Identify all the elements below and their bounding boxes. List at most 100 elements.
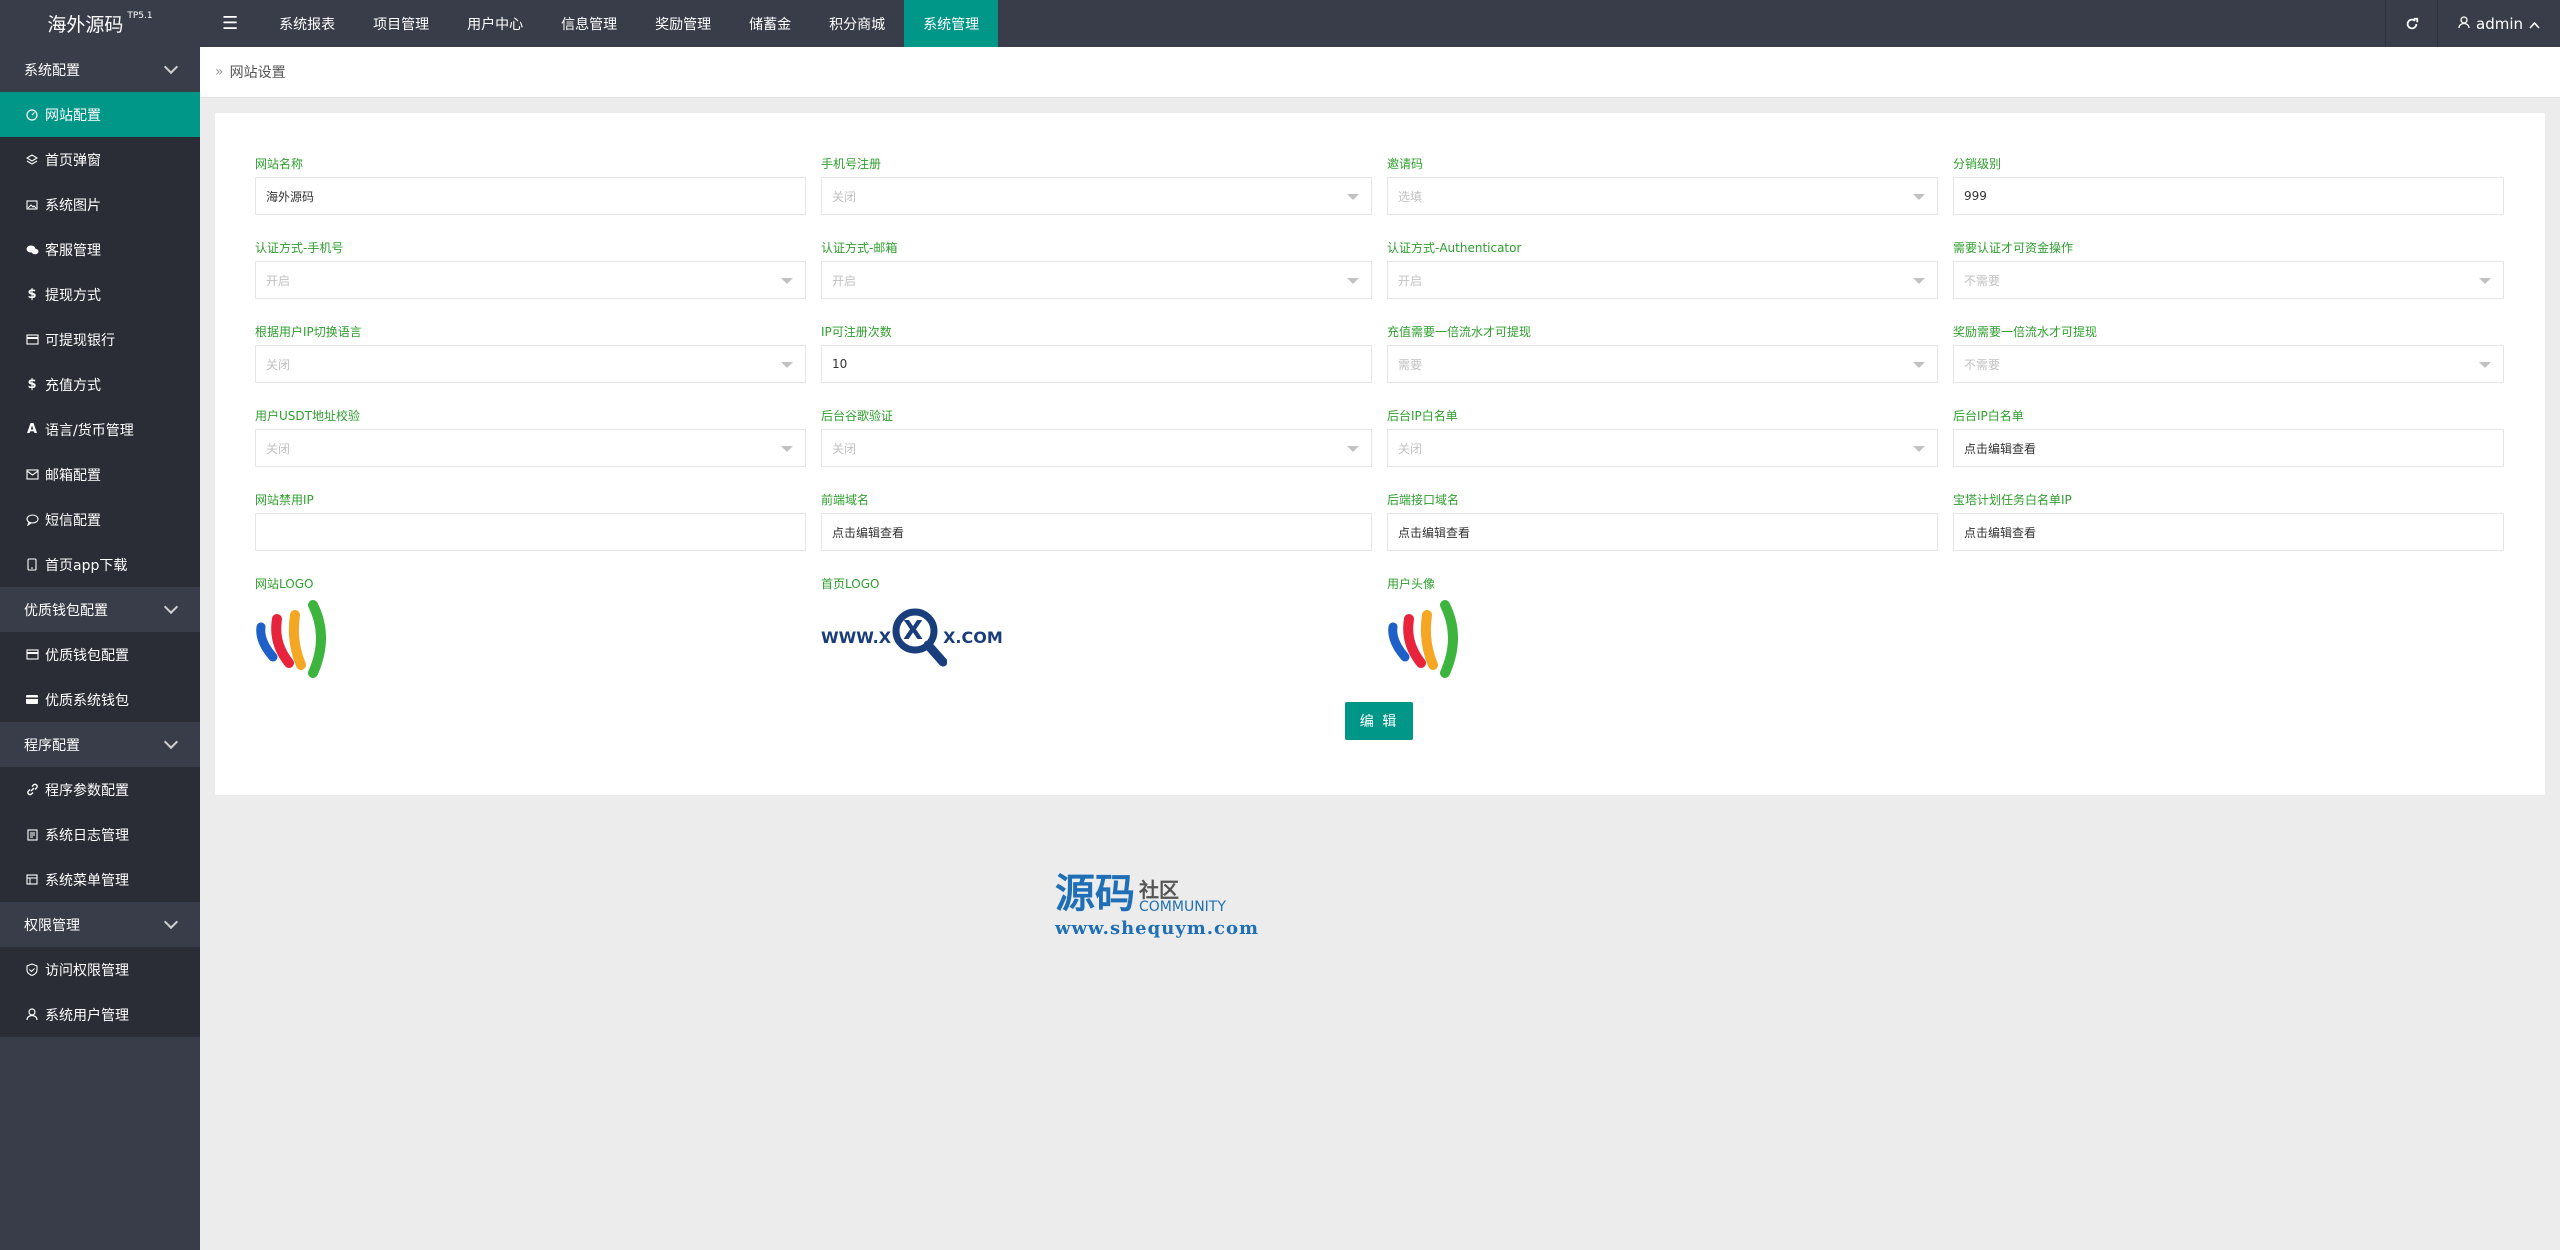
select-field[interactable]: 需要 <box>1387 345 1938 383</box>
field-value: 关闭 <box>1398 441 1423 456</box>
text-input[interactable]: 点击编辑查看 <box>1953 513 2504 551</box>
homepage-logo-image[interactable]: WWW.X X X.COM <box>821 597 1372 677</box>
user-name: admin <box>2476 14 2523 33</box>
top-nav-item[interactable]: 用户中心 <box>448 0 542 47</box>
top-nav-item[interactable]: 储蓄金 <box>730 0 810 47</box>
select-field[interactable]: 关闭 <box>821 177 1372 215</box>
text-input[interactable] <box>255 513 806 551</box>
sidebar-item-label: 客服管理 <box>45 242 101 259</box>
sidebar-item[interactable]: 可提现银行 <box>0 317 200 362</box>
gauge-icon <box>25 108 39 121</box>
edit-button[interactable]: 编 辑 <box>1345 702 1413 740</box>
top-nav-item[interactable]: 项目管理 <box>354 0 448 47</box>
sidebar-item[interactable]: 首页弹窗 <box>0 137 200 182</box>
sidebar-item[interactable]: 程序参数配置 <box>0 767 200 812</box>
app-logo[interactable]: 海外源码 TP5.1 <box>0 0 200 47</box>
sidebar-group-label: 优质钱包配置 <box>24 602 108 619</box>
field-value: 开启 <box>1398 273 1423 288</box>
breadcrumb-current[interactable]: 网站设置 <box>230 62 286 82</box>
field-value: 选填 <box>1398 189 1423 204</box>
select-field[interactable]: 关闭 <box>255 429 806 467</box>
card-icon <box>25 649 39 660</box>
sidebar-item[interactable]: 首页app下载 <box>0 542 200 587</box>
mobile-icon <box>25 558 39 571</box>
form-field: 前端域名 点击编辑查看 <box>821 491 1372 575</box>
sidebar-item[interactable]: 访问权限管理 <box>0 947 200 992</box>
select-field[interactable]: 不需要 <box>1953 261 2504 299</box>
form-field: 充值需要一倍流水才可提现需要 <box>1387 323 1938 407</box>
sidebar-item-label: 系统菜单管理 <box>45 872 129 889</box>
select-field[interactable]: 不需要 <box>1953 345 2504 383</box>
text-input[interactable]: 999 <box>1953 177 2504 215</box>
top-nav-item[interactable]: 信息管理 <box>542 0 636 47</box>
sidebar-item[interactable]: 系统日志管理 <box>0 812 200 857</box>
dollar-icon: $ <box>27 287 37 302</box>
form-field: 宝塔计划任务白名单IP 点击编辑查看 <box>1953 491 2504 575</box>
select-field[interactable]: 开启 <box>1387 261 1938 299</box>
sidebar-item[interactable]: 网站配置 <box>0 92 200 137</box>
field-value: 点击编辑查看 <box>1398 525 1471 540</box>
sidebar-item[interactable]: 客服管理 <box>0 227 200 272</box>
field-value: 关闭 <box>266 357 291 372</box>
hamburger-icon[interactable]: ☰ <box>200 0 260 47</box>
sidebar-item[interactable]: 系统图片 <box>0 182 200 227</box>
settings-card: 网站名称 海外源码 手机号注册 关闭 邀请码 选填 分销级别 999 认证方式-手机号 开启 认证方… <box>215 113 2545 795</box>
sidebar-item[interactable]: 系统用户管理 <box>0 992 200 1037</box>
select-field[interactable]: 关闭 <box>255 345 806 383</box>
form-field: 分销级别 999 <box>1953 155 2504 239</box>
sidebar-item[interactable]: 优质系统钱包 <box>0 677 200 722</box>
select-field[interactable]: 关闭 <box>1387 429 1938 467</box>
sidebar-item[interactable]: $ 提现方式 <box>0 272 200 317</box>
field-label: IP可注册次数 <box>821 325 892 339</box>
select-field[interactable]: 开启 <box>821 261 1372 299</box>
sidebar-item[interactable]: 短信配置 <box>0 497 200 542</box>
chevron-down-icon <box>163 914 179 929</box>
top-nav-item[interactable]: 奖励管理 <box>636 0 730 47</box>
select-field[interactable]: 关闭 <box>821 429 1372 467</box>
text-input[interactable]: 点击编辑查看 <box>1387 513 1938 551</box>
select-field[interactable]: 开启 <box>255 261 806 299</box>
sidebar-group[interactable]: 优质钱包配置 <box>0 587 200 632</box>
field-label: 后端接口域名 <box>1387 493 1460 507</box>
text-input[interactable]: 海外源码 <box>255 177 806 215</box>
sidebar-group[interactable]: 权限管理 <box>0 902 200 947</box>
text-input[interactable]: 点击编辑查看 <box>1953 429 2504 467</box>
sidebar-item-label: 系统日志管理 <box>45 827 129 844</box>
form-field: 后台IP白名单 点击编辑查看 <box>1953 407 2504 491</box>
app-version: TP5.1 <box>127 10 153 21</box>
top-nav-item[interactable]: 系统报表 <box>260 0 354 47</box>
form-field: 根据用户IP切换语言 关闭 <box>255 323 806 407</box>
user-menu[interactable]: admin <box>2437 0 2560 47</box>
sidebar-item[interactable]: 邮箱配置 <box>0 452 200 497</box>
mail-icon <box>25 469 39 480</box>
app-title: 海外源码 <box>47 14 124 36</box>
layers-icon <box>25 153 39 166</box>
sidebar-item-label: 邮箱配置 <box>45 467 101 484</box>
refresh-icon[interactable] <box>2385 0 2437 47</box>
top-nav-item[interactable]: 积分商城 <box>810 0 904 47</box>
sidebar-group[interactable]: 程序配置 <box>0 722 200 767</box>
sidebar-item[interactable]: 系统菜单管理 <box>0 857 200 902</box>
text-input[interactable]: 10 <box>821 345 1372 383</box>
text-input[interactable]: 点击编辑查看 <box>821 513 1372 551</box>
field-label: 充值需要一倍流水才可提现 <box>1387 325 1532 339</box>
select-field[interactable]: 选填 <box>1387 177 1938 215</box>
sidebar-item-label: 网站配置 <box>45 107 101 124</box>
sidebar-item-label: 提现方式 <box>45 287 101 304</box>
logo-image[interactable] <box>255 597 806 685</box>
chevron-down-icon <box>163 59 179 74</box>
sidebar-group[interactable]: 系统配置 <box>0 47 200 92</box>
chevron-up-icon <box>2529 15 2540 33</box>
field-label: 用户USDT地址校验 <box>255 409 360 423</box>
field-label: 网站LOGO <box>255 577 314 591</box>
field-value: 点击编辑查看 <box>1964 441 2037 456</box>
field-value: 开启 <box>266 273 291 288</box>
caret-down-icon <box>1913 278 1925 284</box>
sidebar-item[interactable]: 优质钱包配置 <box>0 632 200 677</box>
top-nav-item[interactable]: 系统管理 <box>904 0 999 47</box>
logo-image[interactable] <box>1387 597 1938 685</box>
sidebar-item[interactable]: $ 充值方式 <box>0 362 200 407</box>
field-label: 认证方式-Authenticator <box>1387 241 1522 255</box>
sidebar-item[interactable]: A 语言/货币管理 <box>0 407 200 452</box>
chat-icon <box>25 244 39 256</box>
